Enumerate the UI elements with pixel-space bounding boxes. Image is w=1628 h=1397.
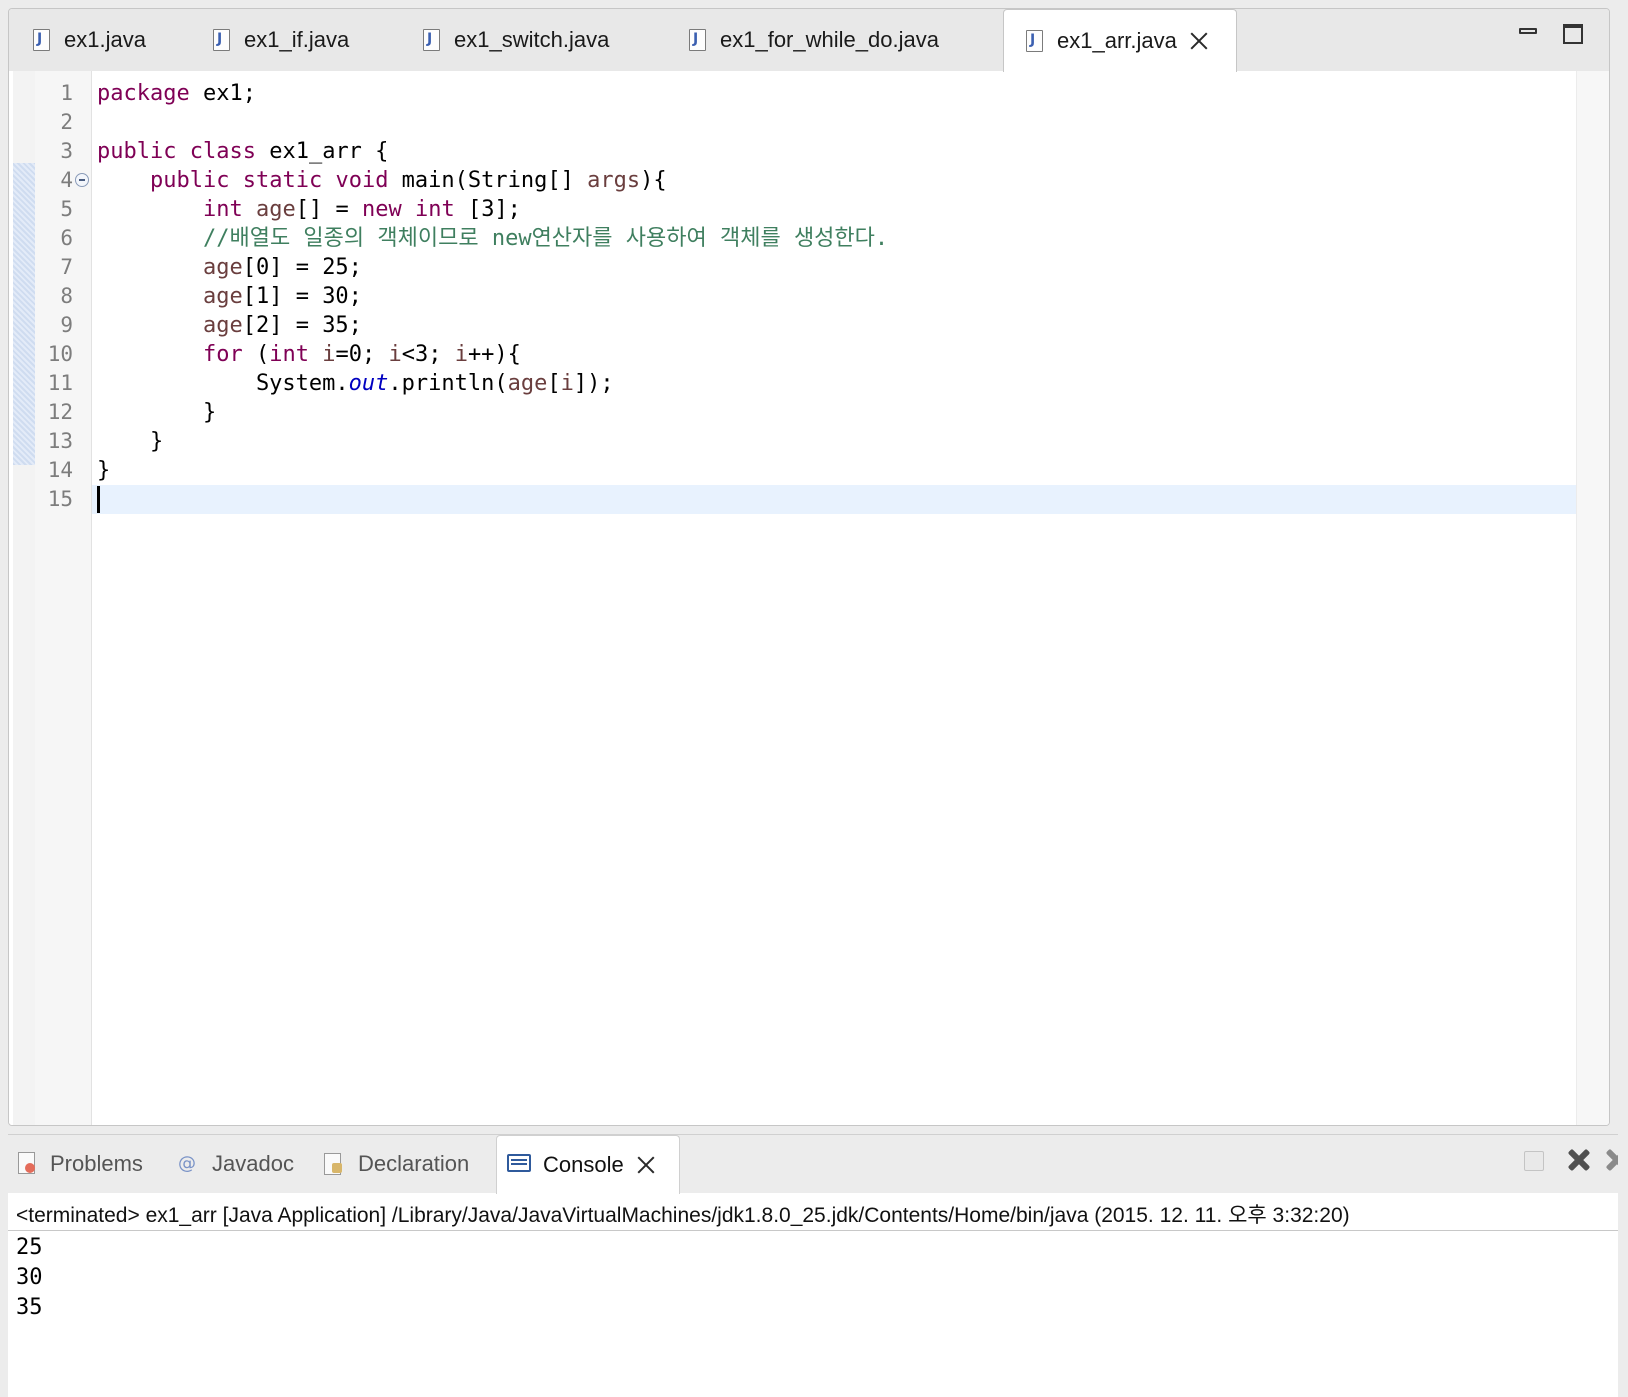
bottom-view-panel: Problems @ Javadoc Declaration Console <…	[8, 1134, 1618, 1397]
tab-problems[interactable]: Problems	[16, 1135, 166, 1193]
divider	[8, 1230, 1618, 1231]
code-line[interactable]: age[0] = 25;	[97, 253, 362, 282]
code-line[interactable]: public class ex1_arr {	[97, 137, 388, 166]
code-line[interactable]: age[2] = 35;	[97, 311, 362, 340]
remove-launch-icon[interactable]	[1566, 1147, 1592, 1173]
editor-tab-bar: ex1.java ex1_if.java ex1_switch.java ex1…	[9, 9, 1609, 72]
editor-tab-label: ex1_for_while_do.java	[720, 27, 939, 52]
code-line[interactable]: package ex1;	[97, 79, 256, 108]
line-number: 8	[60, 284, 73, 308]
line-number: 7	[60, 255, 73, 279]
java-file-icon	[213, 29, 230, 51]
line-number: 6	[60, 226, 73, 250]
terminate-icon[interactable]	[1524, 1151, 1544, 1171]
at-sign-icon: @	[178, 1153, 196, 1174]
maximize-icon[interactable]	[1563, 24, 1583, 44]
editor-panel: ex1.java ex1_if.java ex1_switch.java ex1…	[8, 8, 1610, 1126]
java-file-icon	[423, 29, 440, 51]
console-icon	[507, 1154, 531, 1176]
line-number-gutter: 1 2 3 4 5 6 7 8 9 10 11 12 13 14 15	[35, 71, 92, 1125]
line-number: 10	[47, 342, 73, 366]
editor-tab-ex1[interactable]: ex1.java	[23, 9, 199, 71]
line-number: 11	[47, 371, 73, 395]
remove-all-terminated-icon[interactable]	[1604, 1147, 1618, 1173]
close-icon[interactable]	[636, 1155, 656, 1175]
java-file-icon	[33, 29, 50, 51]
code-line[interactable]: System.out.println(age[i]);	[97, 369, 614, 398]
collapse-fold-icon[interactable]	[75, 173, 89, 187]
console-output-line: 30	[16, 1265, 43, 1290]
tab-label: Problems	[50, 1151, 143, 1176]
code-line[interactable]: }	[97, 427, 163, 456]
problems-icon	[16, 1152, 38, 1176]
editor-tab-label: ex1_arr.java	[1057, 28, 1177, 53]
line-number: 1	[60, 81, 73, 105]
tab-declaration[interactable]: Declaration	[322, 1135, 492, 1193]
line-number: 2	[60, 110, 73, 134]
code-line[interactable]: }	[97, 398, 216, 427]
console-output[interactable]: 25 30 35	[16, 1233, 43, 1323]
tab-label: Javadoc	[212, 1151, 294, 1176]
editor-tab-ex1-arr[interactable]: ex1_arr.java	[1003, 9, 1237, 72]
line-number: 12	[47, 400, 73, 424]
code-line[interactable]: int age[] = new int [3];	[97, 195, 521, 224]
code-area[interactable]: package ex1; public class ex1_arr { publi…	[97, 71, 1577, 1125]
console-output-line: 35	[16, 1295, 43, 1320]
editor-tab-ex1-for-while-do[interactable]: ex1_for_while_do.java	[679, 9, 999, 71]
editor-tab-label: ex1.java	[64, 27, 146, 52]
minimize-icon[interactable]	[1519, 28, 1537, 34]
line-number: 15	[47, 487, 73, 511]
editor-tab-ex1-if[interactable]: ex1_if.java	[203, 9, 399, 71]
code-editor[interactable]: 1 2 3 4 5 6 7 8 9 10 11 12 13 14 15 package ex1; public…	[9, 71, 1609, 1125]
declaration-icon	[322, 1152, 346, 1176]
vertical-scrollbar[interactable]	[1576, 71, 1609, 1125]
editor-tab-label: ex1_switch.java	[454, 27, 610, 52]
scope-highlight-bar	[13, 163, 35, 465]
line-number: 9	[60, 313, 73, 337]
editor-tab-ex1-switch[interactable]: ex1_switch.java	[413, 9, 663, 71]
tab-label: Declaration	[358, 1151, 470, 1176]
code-line[interactable]: for (int i=0; i<3; i++){	[97, 340, 521, 369]
line-number: 4	[60, 168, 73, 192]
line-number: 5	[60, 197, 73, 221]
code-line[interactable]: //배열도 일종의 객체이므로 new연산자를 사용하여 객체를 생성한다.	[97, 224, 888, 253]
line-number: 3	[60, 139, 73, 163]
tab-javadoc[interactable]: @ Javadoc	[178, 1135, 308, 1193]
tab-label: Console	[543, 1152, 624, 1177]
code-line[interactable]: age[1] = 30;	[97, 282, 362, 311]
code-line[interactable]: }	[97, 456, 110, 485]
text-caret	[97, 486, 100, 513]
java-file-icon	[689, 29, 706, 51]
console-output-line: 25	[16, 1235, 43, 1260]
editor-tab-label: ex1_if.java	[244, 27, 350, 52]
line-number: 14	[47, 458, 73, 482]
view-tab-bar: Problems @ Javadoc Declaration Console	[8, 1135, 1618, 1194]
console-status-header: <terminated> ex1_arr [Java Application] …	[16, 1204, 1350, 1227]
tab-console[interactable]: Console	[496, 1135, 680, 1194]
code-line[interactable]: public static void main(String[] args){	[97, 166, 667, 195]
java-file-icon	[1026, 30, 1043, 52]
close-icon[interactable]	[1189, 31, 1209, 51]
line-number: 13	[47, 429, 73, 453]
